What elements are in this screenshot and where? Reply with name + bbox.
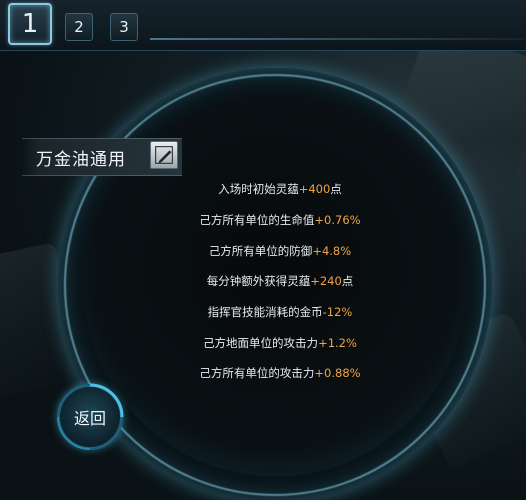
stat-suffix: 点 (330, 182, 342, 197)
stat-label: 每分钟额外获得灵蕴 (206, 274, 311, 289)
stat-suffix: 点 (341, 274, 354, 289)
bonus-stat-list: 入场时初始灵蕴 +400 点 己方所有单位的生命值 +0.76% 己方所有单位的防御 +… (150, 174, 410, 389)
stat-value: -12% (322, 305, 353, 320)
stat-row: 己方地面单位的攻击力 +1.2% (150, 327, 410, 358)
stat-label: 己方地面单位的攻击力 (203, 335, 319, 350)
tab-3[interactable]: 3 (110, 13, 138, 41)
stat-value: +0.76% (314, 213, 361, 228)
stat-row: 己方所有单位的攻击力 +0.88% (150, 358, 410, 389)
stat-value: +400 (298, 182, 331, 197)
stat-label: 己方所有单位的生命值 (199, 213, 315, 228)
stat-label: 己方所有单位的防御 (208, 243, 313, 258)
stat-row: 指挥官技能消耗的金币 -12% (150, 297, 410, 328)
back-button-label[interactable]: 返回 (57, 384, 123, 450)
stat-row: 每分钟额外获得灵蕴 +240 点 (150, 266, 410, 297)
stat-value: +0.88% (314, 366, 361, 381)
tab-1[interactable]: 1 (8, 3, 52, 45)
stat-value: +240 (310, 274, 342, 289)
loadout-name: 万金油通用 (36, 150, 126, 170)
edit-pencil-icon (155, 146, 173, 164)
stat-row: 己方所有单位的防御 +4.8% (150, 235, 410, 266)
stat-value: +1.2% (318, 335, 357, 350)
tab-bar: 1 2 3 (0, 0, 526, 51)
stat-label: 入场时初始灵蕴 (218, 182, 299, 197)
edit-name-button[interactable] (150, 141, 178, 169)
stat-row: 入场时初始灵蕴 +400 点 (150, 174, 410, 205)
tab-2[interactable]: 2 (65, 13, 93, 41)
stat-value: +4.8% (312, 243, 352, 258)
stat-label: 指挥官技能消耗的金币 (207, 305, 323, 320)
game-screen: 1 2 3 万金油通用 入场时初始灵蕴 +400 点 己方所有单位的生命值 +0.76… (0, 0, 526, 500)
stat-label: 己方所有单位的攻击力 (199, 366, 315, 381)
stat-row: 己方所有单位的生命值 +0.76% (150, 205, 410, 236)
